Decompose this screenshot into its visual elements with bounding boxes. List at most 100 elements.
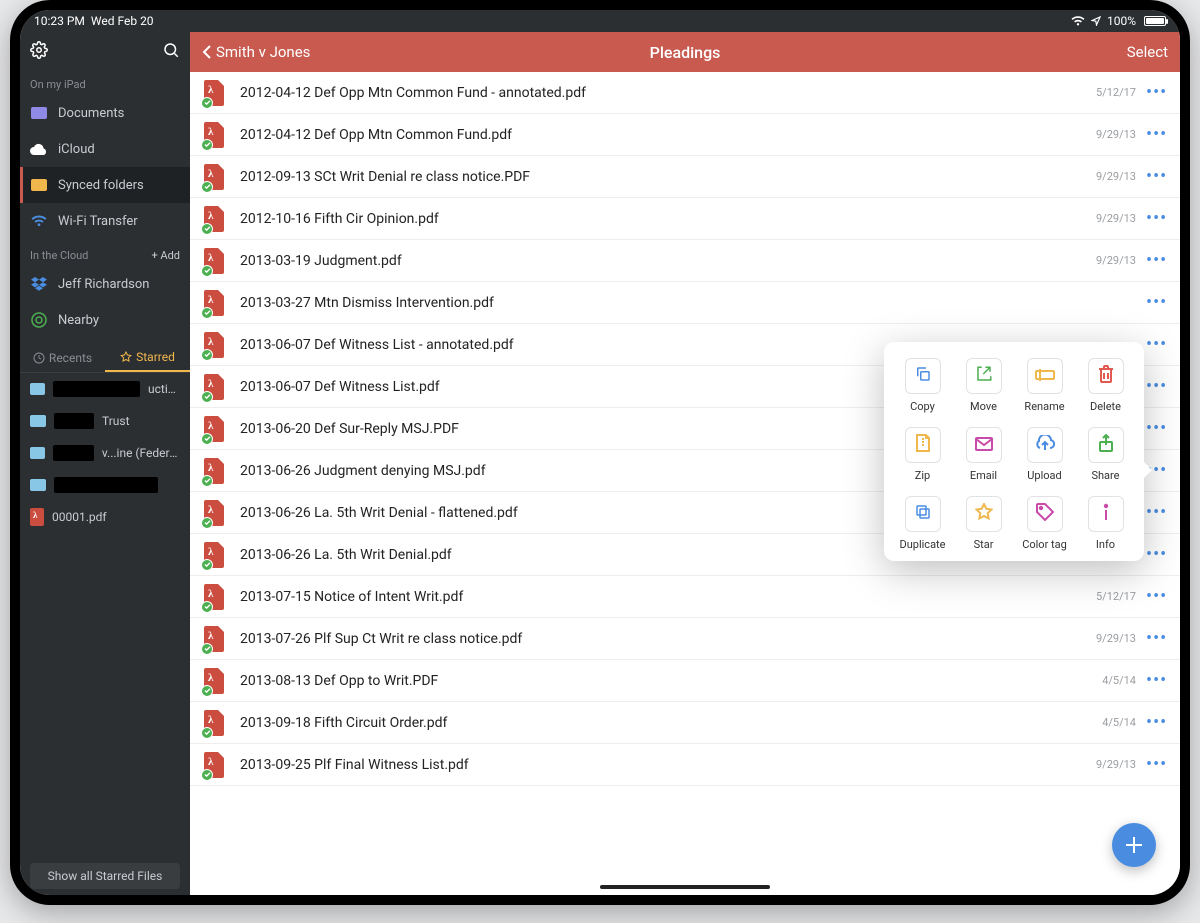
file-more-button[interactable]: ••• [1146, 586, 1166, 607]
file-date: 5/12/17 [1096, 86, 1136, 99]
back-button[interactable]: Smith v Jones [202, 43, 310, 61]
tab-starred[interactable]: Starred [105, 344, 190, 372]
file-row[interactable]: λ 2012-04-12 Def Opp Mtn Common Fund - an… [190, 72, 1180, 114]
file-more-button[interactable]: ••• [1146, 502, 1166, 523]
starred-item[interactable]: uction [20, 373, 190, 405]
action-label: Star [974, 538, 994, 551]
tab-recents[interactable]: Recents [20, 344, 105, 372]
search-button[interactable] [162, 41, 180, 63]
duplicate-icon [914, 503, 932, 525]
starred-item[interactable]: Trust [20, 405, 190, 437]
pdf-icon: λ [204, 290, 226, 316]
file-more-button[interactable]: ••• [1146, 292, 1166, 313]
sidebar-item-documents[interactable]: Documents [20, 95, 190, 131]
delete-icon [1098, 365, 1114, 387]
starred-item[interactable] [20, 469, 190, 501]
file-row[interactable]: λ2012-10-16 Fifth Cir Opinion.pdf9/29/13… [190, 198, 1180, 240]
file-more-button[interactable]: ••• [1146, 124, 1166, 145]
clock-icon [33, 352, 45, 364]
file-more-button[interactable]: ••• [1146, 544, 1166, 565]
file-name: 2012-04-12 Def Opp Mtn Common Fund.pdf [240, 127, 1096, 143]
starred-item[interactable]: v...ine (Federal) [20, 437, 190, 469]
file-row[interactable]: λ2013-09-25 Plf Final Witness List.pdf9/… [190, 744, 1180, 786]
sidebar-item-label: Synced folders [58, 178, 144, 193]
sidebar-item-wifi-transfer[interactable]: Wi-Fi Transfer [20, 203, 190, 239]
file-row[interactable]: λ2012-04-12 Def Opp Mtn Common Fund.pdf9… [190, 114, 1180, 156]
file-name: 2012-04-12 Def Opp Mtn Common Fund - ann… [240, 85, 1096, 101]
ipad-frame: 10:23 PM Wed Feb 20 100% [10, 0, 1190, 905]
action-copy-button[interactable]: Copy [892, 358, 953, 413]
sidebar-item-nearby[interactable]: Nearby [20, 302, 190, 338]
file-name: 2013-09-18 Fifth Circuit Order.pdf [240, 715, 1102, 731]
file-row[interactable]: λ2013-03-19 Judgment.pdf9/29/13••• [190, 240, 1180, 282]
starred-label: v...ine (Federal) [102, 446, 180, 460]
action-delete-button[interactable]: Delete [1075, 358, 1136, 413]
file-more-button[interactable]: ••• [1146, 670, 1166, 691]
action-label: Delete [1090, 400, 1121, 413]
folder-icon [30, 479, 46, 491]
starred-label: uction [148, 382, 180, 396]
file-date: 4/5/14 [1102, 674, 1136, 687]
file-name: 2013-09-25 Plf Final Witness List.pdf [240, 757, 1096, 773]
action-duplicate-button[interactable]: Duplicate [892, 496, 953, 551]
file-more-button[interactable]: ••• [1146, 250, 1166, 271]
file-row[interactable]: λ2013-07-26 Plf Sup Ct Writ re class not… [190, 618, 1180, 660]
pdf-icon: λ [204, 122, 226, 148]
pdf-icon: λ [204, 500, 226, 526]
pdf-icon: λ [204, 248, 226, 274]
starred-item[interactable]: λ00001.pdf [20, 501, 190, 533]
file-more-button[interactable]: ••• [1146, 418, 1166, 439]
add-cloud-button[interactable]: + Add [151, 249, 180, 262]
add-fab-button[interactable] [1112, 823, 1156, 867]
file-more-button[interactable]: ••• [1146, 754, 1166, 775]
sidebar-item-synced-folders[interactable]: Synced folders [20, 167, 190, 203]
starred-list: uction Trust v...ine (Federal) λ00001.pdf [20, 373, 190, 857]
wifi-icon [1071, 16, 1085, 26]
action-colortag-button[interactable]: Color tag [1014, 496, 1075, 551]
action-rename-button[interactable]: Rename [1014, 358, 1075, 413]
file-more-button[interactable]: ••• [1146, 208, 1166, 229]
settings-button[interactable] [30, 41, 48, 63]
screen: 10:23 PM Wed Feb 20 100% [20, 10, 1180, 895]
file-row[interactable]: λ2013-09-18 Fifth Circuit Order.pdf4/5/1… [190, 702, 1180, 744]
action-star-button[interactable]: Star [953, 496, 1014, 551]
zip-icon [916, 434, 930, 456]
file-row[interactable]: λ2013-07-15 Notice of Intent Writ.pdf5/1… [190, 576, 1180, 618]
sidebar-item-label: Documents [58, 106, 124, 121]
file-date: 5/12/17 [1096, 590, 1136, 603]
action-zip-button[interactable]: Zip [892, 427, 953, 482]
action-email-button[interactable]: Email [953, 427, 1014, 482]
action-share-button[interactable]: Share [1075, 427, 1136, 482]
starred-label: 00001.pdf [52, 510, 107, 524]
sidebar-item-dropbox[interactable]: Jeff Richardson [20, 266, 190, 302]
action-label: Copy [910, 400, 935, 413]
folder-icon [30, 415, 46, 427]
sidebar-item-label: Jeff Richardson [58, 277, 149, 292]
file-name: 2013-08-13 Def Opp to Writ.PDF [240, 673, 1102, 689]
action-info-button[interactable]: Info [1075, 496, 1136, 551]
select-button[interactable]: Select [1127, 43, 1168, 61]
action-move-button[interactable]: Move [953, 358, 1014, 413]
show-all-starred-button[interactable]: Show all Starred Files [30, 863, 180, 889]
file-more-button[interactable]: ••• [1146, 712, 1166, 733]
sidebar-item-icloud[interactable]: iCloud [20, 131, 190, 167]
pdf-icon: λ [204, 80, 226, 106]
home-indicator[interactable] [600, 885, 770, 889]
share-icon [1099, 434, 1113, 456]
star-icon [120, 351, 132, 363]
pdf-icon: λ [204, 584, 226, 610]
file-date: 9/29/13 [1096, 170, 1136, 183]
pdf-icon: λ [204, 752, 226, 778]
file-row[interactable]: λ2012-09-13 SCt Writ Denial re class not… [190, 156, 1180, 198]
star-icon [975, 503, 993, 525]
file-row[interactable]: λ2013-03-27 Mtn Dismiss Intervention.pdf… [190, 282, 1180, 324]
file-more-button[interactable]: ••• [1146, 166, 1166, 187]
file-date: 9/29/13 [1096, 254, 1136, 267]
pdf-icon: λ [204, 416, 226, 442]
file-more-button[interactable]: ••• [1146, 82, 1166, 103]
file-more-button[interactable]: ••• [1146, 334, 1166, 355]
action-upload-button[interactable]: Upload [1014, 427, 1075, 482]
file-more-button[interactable]: ••• [1146, 628, 1166, 649]
file-more-button[interactable]: ••• [1146, 376, 1166, 397]
file-row[interactable]: λ2013-08-13 Def Opp to Writ.PDF4/5/14••• [190, 660, 1180, 702]
